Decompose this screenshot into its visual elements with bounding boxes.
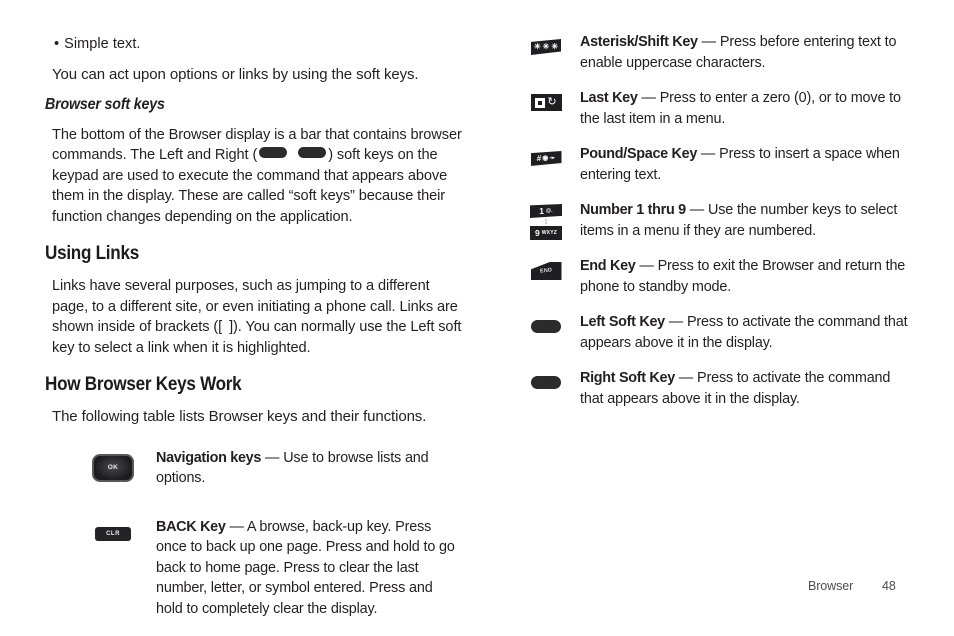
zero-square-glyph [535,97,546,108]
icon-cell: 1 @. ⁞ 9 WXYZ [512,200,580,240]
table-row: # ◉ ➛ Pound/Space Key — Press to insert … [512,144,932,185]
number-keys-connector: ⁞ [545,218,547,226]
right-column: ✳ ✳ ✳ Asterisk/Shift Key — Press before … [512,0,932,424]
digit-one-sublabel: @. [546,207,553,214]
key-name: Right Soft Key [580,370,675,386]
key-description: Asterisk/Shift Key — Press before enteri… [580,32,910,73]
last-key-icon: ↻ [530,94,562,111]
key-description: BACK Key — A browse, back-up key. Press … [156,517,460,620]
bullet-marker: • [54,36,60,52]
number-key-nine-icon: 9 WXYZ [530,226,562,240]
bullet-text: Simple text. [64,36,141,52]
circular-arrow-glyph: ↻ [547,96,557,108]
em-dash: — [701,34,717,50]
icon-cell: CLR [70,517,156,541]
icon-cell: END [512,256,580,280]
clr-back-key-icon: CLR [95,526,131,541]
key-name: Last Key [580,90,638,106]
using-links-paragraph: Links have several purposes, such as jum… [52,276,462,358]
icon-cell [512,312,580,333]
asterisk-glyph: ✳ [551,42,559,51]
table-row: 1 @. ⁞ 9 WXYZ Number 1 thru 9 — Use the … [512,200,932,241]
end-key-icon: END [530,262,562,280]
key-description: Pound/Space Key — Press to insert a spac… [580,144,910,185]
em-dash: — [689,202,705,218]
key-name: End Key [580,258,636,274]
space-dot-glyph: ◉ [542,154,549,162]
left-soft-key-icon [531,320,561,333]
clr-back-key-label: CLR [106,530,120,537]
em-dash: — [229,518,244,535]
asterisk-glyph: ✳ [542,42,550,51]
right-soft-key-icon [531,376,561,389]
right-soft-key-inline-icon [298,147,327,158]
em-dash: — [641,90,656,106]
browser-softkeys-paragraph: The bottom of the Browser display is a b… [52,125,462,228]
subheading-browser-soft-keys: Browser soft keys [45,95,165,113]
table-row: Left Soft Key — Press to activate the co… [512,312,932,353]
asterisk-glyph: ✳ [533,42,541,51]
heading-using-links: Using Links [45,243,139,264]
number-keys-icon: 1 @. ⁞ 9 WXYZ [530,204,562,240]
key-name: Navigation keys [156,449,262,466]
manual-page: • Simple text. You can act upon options o… [0,0,954,636]
key-description: Navigation keys — Use to browse lists an… [156,448,460,489]
table-row: OK Navigation keys — Use to browse lists… [70,448,460,489]
key-description: Last Key — Press to enter a zero (0), or… [580,88,910,129]
table-row: ✳ ✳ ✳ Asterisk/Shift Key — Press before … [512,32,932,73]
key-name: Left Soft Key [580,314,665,330]
icon-cell: OK [70,448,156,482]
em-dash: — [700,146,716,162]
browser-keys-table-right: ✳ ✳ ✳ Asterisk/Shift Key — Press before … [512,32,932,409]
key-description: Left Soft Key — Press to activate the co… [580,312,910,353]
navigation-ok-key-icon: OK [92,453,134,482]
heading-how-browser-keys-work: How Browser Keys Work [45,374,242,395]
footer-chapter-name: Browser [808,579,854,593]
table-row: CLR BACK Key — A browse, back-up key. Pr… [70,517,460,620]
bullet-list-item: • Simple text. [54,34,460,54]
key-name: BACK Key [156,518,226,535]
digit-nine-sublabel: WXYZ [541,229,557,236]
icon-cell: ✳ ✳ ✳ [512,32,580,55]
em-dash: — [668,314,684,330]
footer-page-number: 48 [882,579,896,593]
icon-cell [512,368,580,389]
key-name: Asterisk/Shift Key [580,34,698,50]
end-key-label: END [539,267,553,275]
digit-nine-label: 9 [535,227,540,238]
left-soft-key-inline-icon [259,147,288,158]
table-row: Right Soft Key — Press to activate the c… [512,368,932,409]
pound-glyph: # [536,153,542,163]
space-arrow-glyph: ➛ [549,154,556,162]
icon-cell: ↻ [512,88,580,111]
key-name: Number 1 thru 9 [580,202,686,218]
browser-keys-table-left: OK Navigation keys — Use to browse lists… [52,448,460,620]
digit-one-label: 1 [539,205,545,216]
key-description: Number 1 thru 9 — Use the number keys to… [580,200,910,241]
em-dash: — [264,449,280,466]
key-name: Pound/Space Key [580,146,698,162]
table-row: END End Key — Press to exit the Browser … [512,256,932,297]
asterisk-shift-key-icon: ✳ ✳ ✳ [531,39,561,55]
table-row: ↻ Last Key — Press to enter a zero (0), … [512,88,932,129]
em-dash: — [678,370,694,386]
intro-paragraph: You can act upon options or links by usi… [52,66,419,83]
key-description: Right Soft Key — Press to activate the c… [580,368,910,409]
number-key-one-icon: 1 @. [530,204,562,218]
pound-space-key-icon: # ◉ ➛ [530,151,562,166]
icon-cell: # ◉ ➛ [512,144,580,166]
navigation-ok-key-label: OK [107,464,119,471]
left-column: • Simple text. You can act upon options o… [40,0,462,620]
table-intro-paragraph: The following table lists Browser keys a… [52,408,427,425]
key-description: End Key — Press to exit the Browser and … [580,256,910,297]
em-dash: — [639,258,654,274]
